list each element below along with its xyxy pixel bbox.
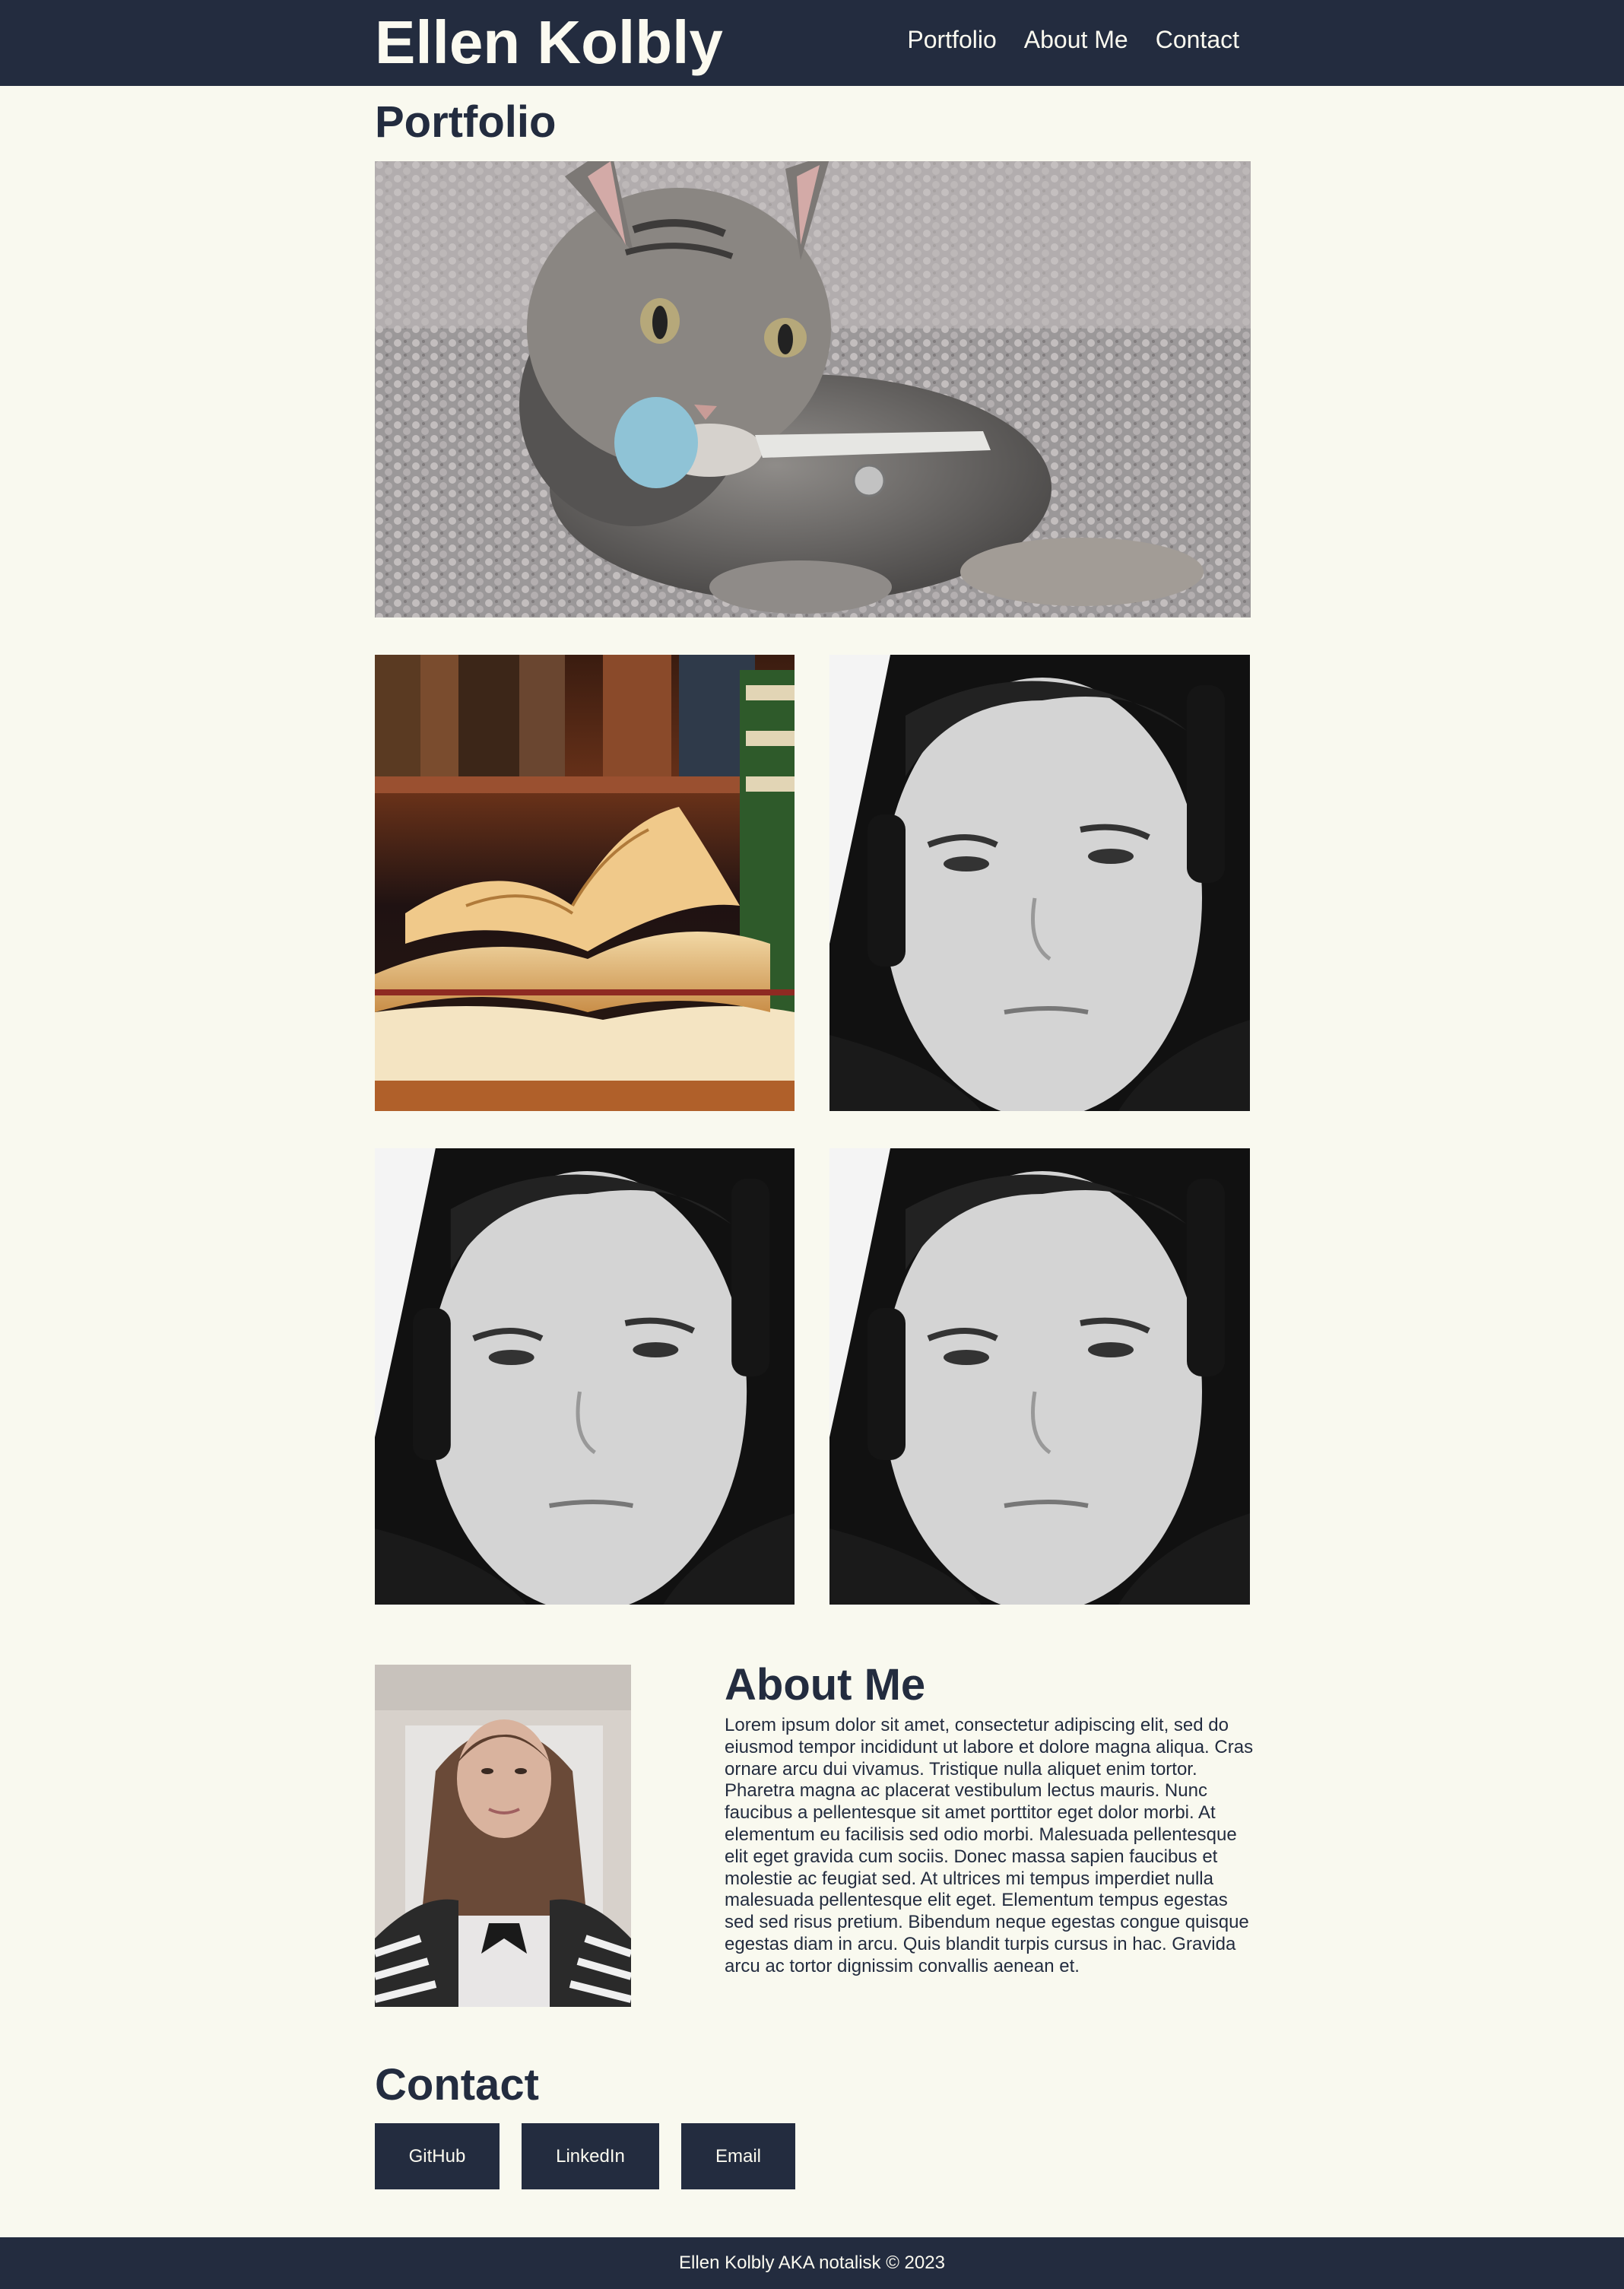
nav-portfolio-link[interactable]: Portfolio [907, 23, 996, 56]
main-nav: Portfolio About Me Contact [907, 23, 1239, 56]
nav-contact-link[interactable]: Contact [1156, 23, 1239, 56]
cat-photo [375, 161, 1251, 617]
email-button[interactable]: Email [681, 2123, 795, 2189]
site-title: Ellen Kolbly [375, 8, 723, 76]
contact-heading: Contact [375, 2060, 539, 2110]
portrait-photo-2 [375, 1148, 795, 1605]
portrait-photo-3 [829, 1148, 1250, 1605]
github-button[interactable]: GitHub [375, 2123, 500, 2189]
portrait-photo-1 [829, 655, 1250, 1111]
nav-about-link[interactable]: About Me [1024, 23, 1128, 56]
portfolio-heading: Portfolio [375, 97, 557, 147]
linkedin-button[interactable]: LinkedIn [522, 2123, 659, 2189]
site-header: Ellen Kolbly Portfolio About Me Contact [0, 0, 1624, 86]
about-me-text: Lorem ipsum dolor sit amet, consectetur … [725, 1715, 1254, 1976]
site-footer: Ellen Kolbly AKA notalisk © 2023 [0, 2237, 1624, 2289]
books-photo [375, 655, 795, 1111]
about-me-photo [375, 1665, 631, 2007]
footer-text: Ellen Kolbly AKA notalisk © 2023 [679, 2252, 945, 2273]
about-me-heading: About Me [725, 1660, 926, 1710]
